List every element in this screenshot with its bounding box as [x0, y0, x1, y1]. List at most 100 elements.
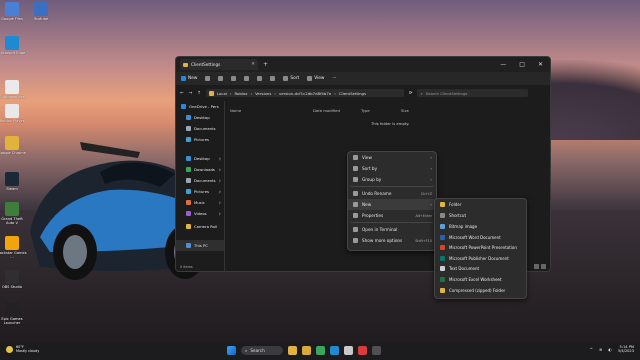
sidebar-item[interactable]: Pictures — [176, 134, 224, 145]
more-options-button[interactable]: ··· — [332, 76, 336, 81]
new-submenu-item[interactable]: Folder — [435, 199, 526, 210]
desktop-icon-item[interactable]: Google Chrome — [0, 136, 27, 155]
column-name[interactable]: Name — [230, 108, 313, 113]
address-bar[interactable]: Local › Roblox › Versions › version-dcf1c2d… — [205, 89, 404, 97]
context-menu-item[interactable]: Properties Alt+Enter — [348, 210, 436, 221]
desktop-icon-item[interactable]: Microsoft Edge — [0, 36, 27, 55]
context-menu-item[interactable]: Undo Rename Ctrl+Z — [348, 188, 436, 199]
downloads-icon — [186, 167, 191, 172]
new-submenu-item[interactable]: Microsoft PowerPoint Presentation — [435, 242, 526, 253]
pictures-icon — [186, 137, 191, 142]
new-submenu-item[interactable]: Compressed (zipped) Folder — [435, 285, 526, 296]
file-type-icon — [440, 287, 445, 293]
desktop-icon-item[interactable]: Epic Games Launcher — [0, 302, 27, 325]
volume-icon[interactable]: ◐ — [608, 347, 612, 352]
desktop-icon-item[interactable]: OBS Studio — [0, 270, 27, 289]
context-menu-item[interactable]: Sort by › — [348, 163, 436, 174]
breadcrumb-local[interactable]: Local — [217, 91, 227, 96]
weather-widget[interactable]: 60°F Mostly cloudy — [6, 345, 39, 353]
app-icon — [5, 80, 19, 94]
sort-button[interactable]: Sort — [283, 76, 299, 81]
new-submenu-item[interactable]: Microsoft Word Document — [435, 232, 526, 243]
weather-icon — [6, 345, 13, 353]
sidebar-item-label: Music — [194, 200, 205, 205]
new-submenu-label: Microsoft Word Document — [449, 234, 501, 240]
desktop-icon-item[interactable]: Grand Theft Auto V — [0, 202, 27, 225]
sidebar-item[interactable]: Downloads ⚲ — [176, 164, 224, 175]
chrome-app-icon[interactable] — [316, 346, 325, 355]
folder-app-icon[interactable] — [302, 346, 311, 355]
wifi-icon[interactable]: ≋ — [599, 347, 602, 352]
taskbar-search[interactable]: ⌕ Search — [241, 346, 283, 355]
breadcrumb-version[interactable]: version-dcf1c2db7d8f4b7e — [279, 91, 331, 96]
search-input[interactable]: ⌕ Search ClientSettings — [417, 89, 529, 97]
desktop-icon-item[interactable]: Rockstar Games ... — [0, 236, 27, 259]
sidebar-item[interactable]: Camera Roll — [176, 221, 224, 232]
desktop-icon-item[interactable]: Steam — [0, 172, 27, 191]
roblox-app-icon[interactable] — [344, 346, 353, 355]
sidebar-item[interactable]: Desktop ⚲ — [176, 153, 224, 164]
close-window-button[interactable]: ✕ — [538, 61, 543, 68]
media-app-icon[interactable] — [358, 346, 367, 355]
new-button[interactable]: New — [181, 76, 197, 81]
new-submenu-item[interactable]: Shortcut — [435, 211, 526, 222]
desktop-icon-item[interactable]: Google Files — [0, 2, 27, 21]
sidebar-item[interactable]: Desktop — [176, 112, 224, 123]
sidebar-item-label: Desktop — [194, 156, 210, 161]
rename-icon[interactable] — [244, 76, 250, 81]
sidebar-item[interactable]: Music ⚲ — [176, 197, 224, 208]
maximize-button[interactable]: □ — [519, 61, 525, 68]
context-menu-item[interactable]: Show more options Shift+F10 — [348, 235, 436, 246]
sidebar-item[interactable]: Videos ⚲ — [176, 208, 224, 219]
breadcrumb-versions[interactable]: Versions — [255, 91, 271, 96]
new-tab-button[interactable]: + — [263, 61, 268, 68]
share-icon[interactable] — [257, 76, 263, 81]
desktop-icon-item[interactable]: Roblox Player — [0, 104, 27, 123]
obs-app-icon[interactable] — [372, 346, 381, 355]
tiles-view-icon[interactable] — [541, 264, 546, 269]
sidebar-item[interactable]: This PC — [176, 240, 224, 251]
clock[interactable]: 5:14 PM 5/4/2023 — [618, 345, 634, 354]
context-menu-item[interactable]: Group by › — [348, 174, 436, 185]
desktop-icon-item[interactable]: Shutdown.exe — [0, 80, 27, 99]
close-tab-icon[interactable]: ✕ — [251, 62, 255, 67]
breadcrumb-roblox[interactable]: Roblox — [234, 91, 247, 96]
sidebar-item[interactable]: Documents ⚲ — [176, 175, 224, 186]
desktop-icon-item[interactable]: Youtube — [26, 2, 56, 21]
file-explorer-app-icon[interactable] — [288, 346, 297, 355]
breadcrumb-clientsettings[interactable]: ClientSettings — [339, 91, 366, 96]
tab-clientsettings[interactable]: ClientSettings ✕ — [180, 59, 258, 70]
chevron-right-icon: › — [430, 155, 432, 160]
paste-icon[interactable] — [231, 76, 237, 81]
column-date-modified[interactable]: Date modified — [313, 108, 361, 113]
chevron-up-icon[interactable]: ^ — [590, 347, 593, 352]
edge-app-icon[interactable] — [330, 346, 339, 355]
desktop-icon-label: OBS Studio — [1, 285, 23, 289]
column-size[interactable]: Size — [401, 108, 431, 113]
new-submenu-item[interactable]: Microsoft Excel Worksheet — [435, 274, 526, 285]
column-type[interactable]: Type — [361, 108, 401, 113]
file-type-icon — [440, 276, 445, 282]
refresh-icon[interactable]: ⟳ — [409, 91, 413, 96]
new-submenu-item[interactable]: Microsoft Publisher Document — [435, 253, 526, 264]
minimize-button[interactable]: — — [500, 61, 506, 68]
context-menu-item[interactable]: Open in Terminal — [348, 224, 436, 235]
cut-icon[interactable] — [205, 76, 211, 81]
sidebar-item[interactable]: OneDrive - Pers — [176, 101, 224, 112]
details-view-icon[interactable] — [534, 264, 539, 269]
windows-start-icon[interactable] — [227, 346, 236, 355]
new-submenu-item[interactable]: Text Document — [435, 264, 526, 275]
new-submenu-item[interactable]: Bitmap image — [435, 221, 526, 232]
forward-arrow-icon[interactable]: → — [189, 91, 193, 96]
onedrive-icon — [181, 104, 186, 109]
pictures-icon — [186, 189, 191, 194]
delete-icon[interactable] — [270, 76, 276, 81]
up-arrow-icon[interactable]: ↑ — [197, 91, 201, 96]
sidebar-item[interactable]: Documents — [176, 123, 224, 134]
context-menu-item[interactable]: New › — [348, 199, 436, 210]
view-button[interactable]: View — [307, 76, 324, 81]
sidebar-item[interactable]: Pictures ⚲ — [176, 186, 224, 197]
context-menu-item[interactable]: View › — [348, 152, 436, 163]
back-arrow-icon[interactable]: ← — [180, 91, 184, 96]
copy-icon[interactable] — [218, 76, 224, 81]
